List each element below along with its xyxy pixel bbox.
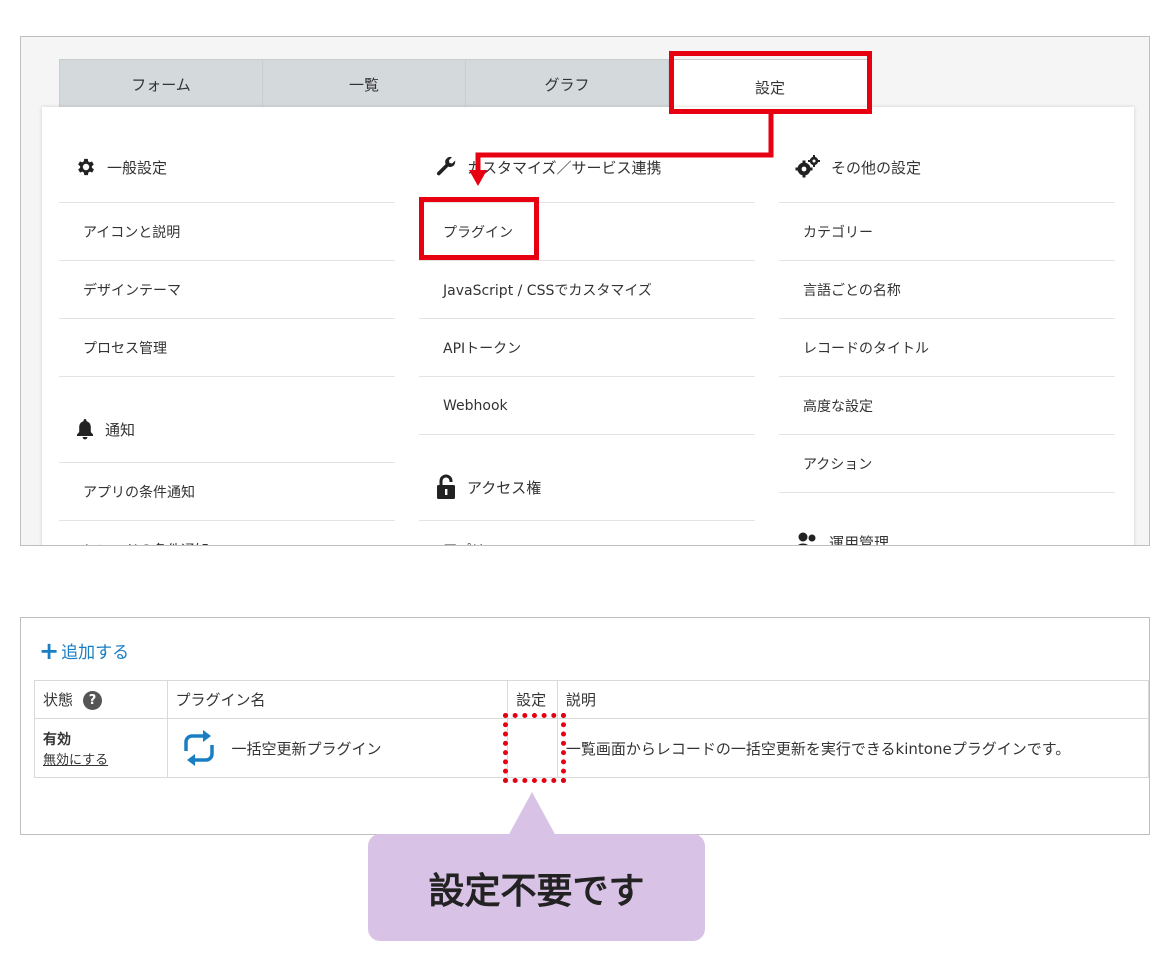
status-cell: 有効 無効にする	[34, 718, 168, 778]
table-header-row: 状態? プラグイン名 設定 説明	[34, 680, 1149, 719]
plugin-list-panel: + 追加する 状態? プラグイン名 設定 説明 有効 無効にする 一括空更新プラ…	[20, 617, 1150, 835]
callout-pointer	[508, 792, 556, 836]
header-status: 状態?	[34, 680, 168, 719]
header-status-label: 状態	[43, 691, 74, 709]
refresh-icon	[183, 730, 214, 766]
highlight-settings-column	[503, 713, 566, 783]
plus-icon: +	[39, 636, 60, 665]
callout-no-settings-needed: 設定不要です	[368, 834, 705, 941]
header-plugin-name: プラグイン名	[166, 680, 509, 719]
plugin-table: 状態? プラグイン名 設定 説明 有効 無効にする 一括空更新プラグイン 一覧画…	[34, 680, 1149, 778]
disable-link[interactable]: 無効にする	[43, 749, 159, 768]
description-cell: 一覧画面からレコードの一括空更新を実行できるkintoneプラグインです。	[556, 718, 1149, 778]
add-plugin-link[interactable]: + 追加する	[39, 636, 130, 665]
plugin-name[interactable]: 一括空更新プラグイン	[232, 738, 382, 759]
header-description: 説明	[556, 680, 1149, 719]
table-row: 有効 無効にする 一括空更新プラグイン 一覧画面からレコードの一括空更新を実行で…	[34, 718, 1149, 778]
add-plugin-label: 追加する	[61, 643, 130, 663]
status-enabled: 有効	[43, 731, 71, 748]
plugin-name-cell: 一括空更新プラグイン	[166, 718, 509, 778]
help-icon[interactable]: ?	[83, 691, 103, 710]
